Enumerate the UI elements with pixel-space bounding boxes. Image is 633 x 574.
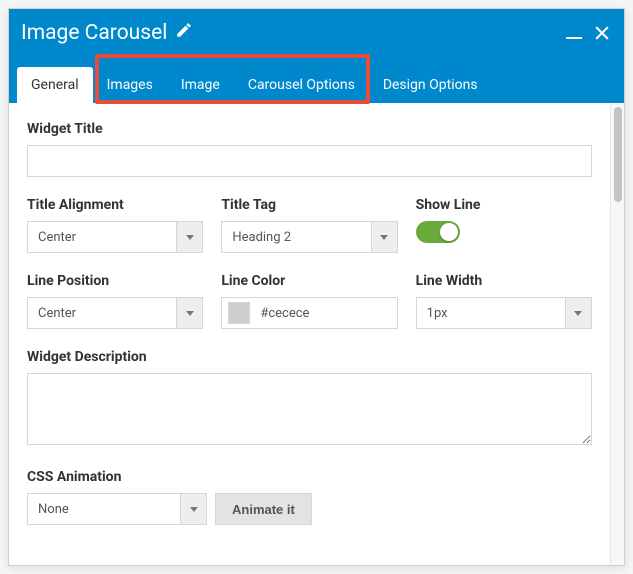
title-tag-select[interactable]: Heading 2	[221, 221, 397, 253]
dialog-title: Image Carousel	[21, 21, 167, 45]
dialog-title-wrap: Image Carousel	[21, 21, 193, 45]
css-animation-select[interactable]: None	[27, 493, 207, 525]
tab-bar: General Images Image Carousel Options De…	[9, 57, 624, 103]
tab-label: General	[31, 77, 79, 93]
title-alignment-select[interactable]: Center	[27, 221, 203, 253]
label-line-color: Line Color	[221, 273, 397, 289]
tab-design-options[interactable]: Design Options	[369, 67, 492, 103]
select-value: None	[28, 494, 180, 524]
color-swatch	[228, 302, 250, 324]
tab-label: Carousel Options	[248, 77, 355, 93]
field-line-width: Line Width 1px	[416, 273, 592, 329]
field-line-color: Line Color #cecece	[221, 273, 397, 329]
button-label: Animate it	[232, 502, 295, 517]
tab-label: Image	[181, 77, 220, 93]
line-position-select[interactable]: Center	[27, 297, 203, 329]
label-widget-description: Widget Description	[27, 349, 592, 365]
field-show-line: Show Line	[416, 197, 592, 253]
content-wrap: Widget Title Title Alignment Center Titl…	[9, 103, 624, 565]
tab-carousel-options[interactable]: Carousel Options	[234, 67, 369, 103]
widget-title-input[interactable]	[27, 145, 592, 177]
label-title-tag: Title Tag	[221, 197, 397, 213]
scrollbar[interactable]	[610, 103, 624, 565]
field-widget-description: Widget Description	[27, 349, 592, 449]
chevron-down-icon	[371, 222, 397, 252]
select-value: Heading 2	[222, 222, 370, 252]
titlebar: Image Carousel	[9, 9, 624, 57]
label-css-animation: CSS Animation	[27, 469, 592, 485]
select-value: Center	[28, 222, 176, 252]
minimize-icon[interactable]	[566, 27, 582, 39]
select-value: Center	[28, 298, 176, 328]
toggle-knob	[440, 223, 458, 241]
chevron-down-icon	[176, 222, 202, 252]
line-color-input[interactable]: #cecece	[221, 297, 397, 329]
color-hex: #cecece	[260, 306, 309, 321]
label-line-position: Line Position	[27, 273, 203, 289]
field-title-tag: Title Tag Heading 2	[221, 197, 397, 253]
field-css-animation: CSS Animation None Animate it	[27, 469, 592, 525]
field-widget-title: Widget Title	[27, 121, 592, 177]
chevron-down-icon	[180, 494, 206, 524]
label-show-line: Show Line	[416, 197, 592, 213]
widget-description-textarea[interactable]	[27, 373, 592, 445]
pencil-icon[interactable]	[175, 21, 193, 45]
label-line-width: Line Width	[416, 273, 592, 289]
tab-images[interactable]: Images	[93, 67, 167, 103]
line-width-select[interactable]: 1px	[416, 297, 592, 329]
scrollbar-thumb[interactable]	[614, 107, 622, 202]
label-title-alignment: Title Alignment	[27, 197, 203, 213]
tab-image[interactable]: Image	[167, 67, 234, 103]
tab-general[interactable]: General	[17, 67, 93, 103]
field-line-position: Line Position Center	[27, 273, 203, 329]
tab-label: Design Options	[383, 77, 478, 93]
panel-general: Widget Title Title Alignment Center Titl…	[9, 103, 610, 565]
chevron-down-icon	[176, 298, 202, 328]
select-value: 1px	[417, 298, 565, 328]
window-controls	[566, 23, 612, 43]
tab-label: Images	[107, 77, 153, 93]
show-line-toggle[interactable]	[416, 221, 460, 243]
dialog-window: Image Carousel General Images Image Caro…	[8, 8, 625, 566]
field-title-alignment: Title Alignment Center	[27, 197, 203, 253]
close-icon[interactable]	[592, 23, 612, 43]
label-widget-title: Widget Title	[27, 121, 592, 137]
animate-it-button[interactable]: Animate it	[215, 493, 312, 525]
chevron-down-icon	[565, 298, 591, 328]
